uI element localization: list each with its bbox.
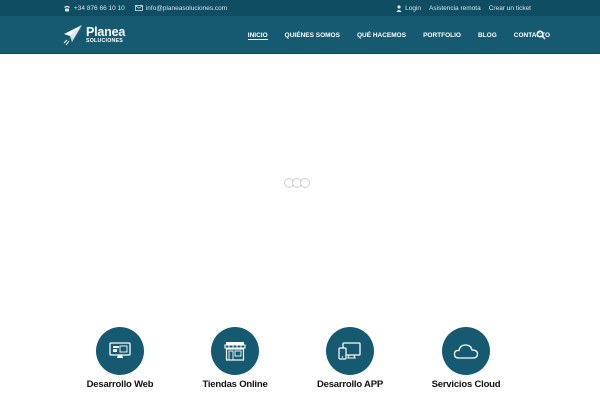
remote-assistance-link[interactable]: Asistencia remota [429, 5, 481, 12]
search-icon[interactable] [536, 30, 546, 40]
loading-spinner [284, 178, 310, 188]
phone-icon [64, 5, 70, 11]
service-servicios-cloud[interactable]: Servicios Cloud [406, 327, 526, 398]
nav-item-blog[interactable]: BLOG [478, 16, 497, 54]
main-header: Planea SOLUCIONES INICIO QUIÉNES SOMOS Q… [0, 16, 600, 54]
site-logo[interactable]: Planea SOLUCIONES [63, 22, 125, 48]
logo-name: Planea [86, 24, 126, 39]
loader-dot [300, 178, 310, 188]
service-description [290, 394, 410, 398]
service-description [175, 394, 295, 398]
service-desarrollo-web[interactable]: Desarrollo Web [60, 327, 180, 398]
phone-contact[interactable]: +34 876 66 10 10 [63, 5, 125, 12]
logo-subtitle: SOLUCIONES [86, 38, 124, 45]
phone-text: +34 876 66 10 10 [74, 4, 125, 12]
nav-item-inicio[interactable]: INICIO [247, 16, 268, 54]
top-bar-links: Login Asistencia remota Crear un ticket [396, 0, 531, 16]
service-icon-circle [442, 327, 490, 375]
top-bar-contact: +34 876 66 10 10 info@planeasoluciones.c… [63, 0, 227, 16]
service-description [60, 394, 180, 398]
service-title: Tiendas Online [202, 379, 268, 390]
user-icon [396, 4, 402, 12]
nav-item-quienes-somos[interactable]: QUIÉNES SOMOS [285, 16, 340, 54]
main-navigation: INICIO QUIÉNES SOMOS QUÉ HACEMOS PORTFOL… [231, 16, 550, 54]
service-title: Servicios Cloud [431, 379, 501, 390]
email-text: info@planeasoluciones.com [145, 4, 228, 12]
login-label: Login [405, 4, 422, 12]
service-icon-circle [211, 327, 259, 375]
service-title: Desarrollo APP [316, 379, 383, 390]
service-desarrollo-app[interactable]: Desarrollo APP [290, 327, 410, 398]
service-icon-circle [96, 327, 144, 375]
service-description [406, 394, 526, 398]
monitor-web-icon [109, 342, 131, 358]
nav-item-que-hacemos[interactable]: QUÉ HACEMOS [357, 16, 406, 54]
services-section: Desarrollo Web Tiendas Online Desarrollo… [0, 327, 600, 400]
top-bar: +34 876 66 10 10 info@planeasoluciones.c… [0, 0, 600, 16]
login-link[interactable]: Login [396, 5, 421, 12]
cloud-icon [453, 344, 479, 359]
devices-icon [338, 342, 361, 360]
paper-plane-icon [63, 25, 82, 46]
email-contact[interactable]: info@planeasoluciones.com [134, 4, 228, 12]
store-icon [224, 342, 246, 361]
envelope-icon [134, 5, 143, 11]
service-tiendas-online[interactable]: Tiendas Online [175, 327, 295, 398]
service-title: Desarrollo Web [86, 379, 154, 390]
service-icon-circle [326, 327, 374, 375]
create-ticket-link[interactable]: Crear un ticket [489, 5, 531, 12]
nav-item-portfolio[interactable]: PORTFOLIO [423, 16, 461, 54]
